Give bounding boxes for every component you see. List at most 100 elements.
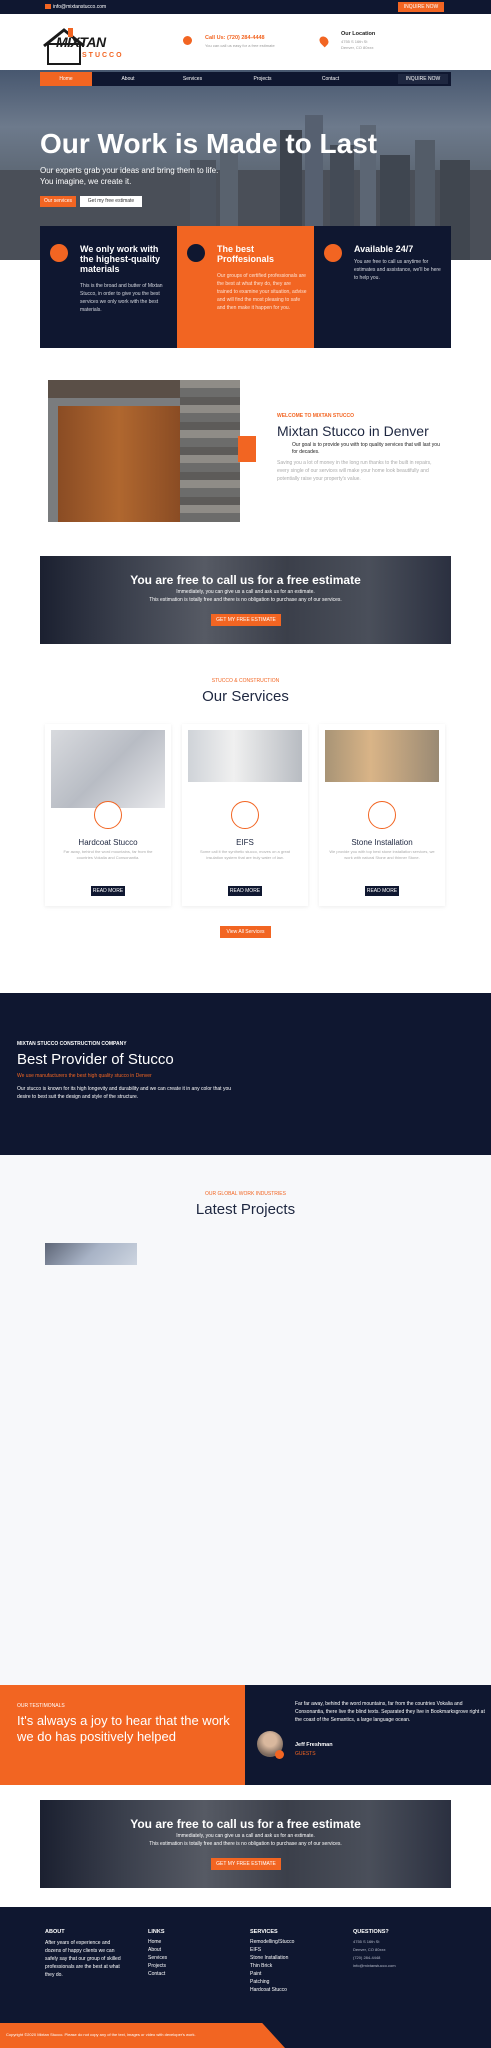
projects-kicker: OUR GLOBAL WORK INDUSTRIES	[205, 1191, 286, 1197]
hero-services-button[interactable]: Our services	[40, 196, 76, 207]
testimonial-right: Far far away, behind the word mountains,…	[245, 1685, 491, 1785]
service-text: We provide you with top best stone insta…	[329, 849, 435, 860]
projects-section: OUR GLOBAL WORK INDUSTRIES Latest Projec…	[0, 1155, 491, 1685]
service-read-more-button[interactable]: READ MORE	[91, 886, 125, 896]
hero-estimate-button[interactable]: Get my free estimate	[80, 196, 142, 207]
location-line2: Denver, CO 80xxx	[341, 45, 374, 50]
service-text: Some call it the synthetic stucco, moves…	[199, 849, 291, 860]
feature-title: Available 24/7	[354, 244, 414, 254]
provider-text: Our stucco is known for its high longevi…	[17, 1086, 232, 1100]
feature-card: The best Proffesionals Our groups of cer…	[177, 226, 314, 348]
cta-line1: Immediately, you can give us a call and …	[176, 1833, 315, 1839]
hero-sub1: Our experts grab your ideas and bring th…	[40, 166, 219, 175]
provider-title: Best Provider of Stucco	[17, 1051, 174, 1068]
professional-icon	[187, 244, 205, 262]
location-label: Our Location	[341, 31, 376, 37]
footer-about-title: ABOUT	[45, 1929, 65, 1935]
footer-service-link[interactable]: Paint	[250, 1971, 261, 1977]
logo[interactable]: MIXTAN STUCCO	[40, 24, 126, 66]
service-card: Stone Installation We provide you with t…	[319, 724, 445, 906]
footer-service-link[interactable]: Hardcoat Stucco	[250, 1987, 287, 1993]
footer-link[interactable]: Projects	[148, 1963, 166, 1969]
cta-banner: You are free to call us for a free estim…	[40, 556, 451, 644]
footer-service-link[interactable]: Remodelling/Stucco	[250, 1939, 294, 1945]
feature-text: Our groups of certified professionals ar…	[217, 273, 307, 311]
service-name: Stone Installation	[351, 838, 413, 847]
provider-sub: We use manufacturers the best high quali…	[17, 1073, 152, 1079]
testimonial-quote: Far far away, behind the word mountains,…	[295, 1701, 485, 1723]
service-read-more-button[interactable]: READ MORE	[365, 886, 399, 896]
testimonial-name: Jeff Freshman	[295, 1742, 333, 1748]
provider-section: MIXTAN STUCCO CONSTRUCTION COMPANY Best …	[0, 993, 491, 1155]
footer-services-title: SERVICES	[250, 1929, 278, 1935]
top-inquire-button[interactable]: INQUIRE NOW	[398, 2, 444, 12]
service-name: EIFS	[236, 838, 254, 847]
feature-card: We only work with the highest-quality ma…	[40, 226, 177, 348]
footer-link[interactable]: Home	[148, 1939, 161, 1945]
footer-phone[interactable]: (720) 284-4448	[353, 1955, 380, 1961]
footer-link[interactable]: Services	[148, 1955, 167, 1961]
provider-kicker: MIXTAN STUCCO CONSTRUCTION COMPANY	[17, 1041, 127, 1047]
cta-line1: Immediately, you can give us a call and …	[176, 589, 315, 595]
nav-item-projects[interactable]: Projects	[240, 72, 285, 86]
footer-email[interactable]: info@mixtanstucco.com	[353, 1963, 396, 1969]
footer-questions-title: QUESTIONS?	[353, 1929, 389, 1935]
nav-item-home[interactable]: Home	[40, 72, 92, 86]
call-sub: You can call us easy for a free estimate	[205, 43, 275, 48]
footer-service-link[interactable]: Thin Brick	[250, 1963, 272, 1969]
location-icon	[317, 34, 331, 48]
nav-inquire-button[interactable]: INQUIRE NOW	[398, 74, 448, 84]
cta-line2: This estimation is totally free and ther…	[149, 597, 342, 603]
feature-text: You are free to call us anytime for esti…	[354, 259, 441, 281]
nav-bar: Home About Services Projects Contact INQ…	[40, 72, 451, 86]
projects-title: Latest Projects	[195, 1201, 296, 1218]
testimonial-left: OUR TESTIMONALS It's always a joy to hea…	[0, 1685, 245, 1785]
copyright-bar: Copyright ©2020 Mixtan Stucco. Please do…	[0, 2023, 285, 2048]
cta-estimate-button[interactable]: GET MY FREE ESTIMATE	[211, 1858, 281, 1870]
service-read-more-button[interactable]: READ MORE	[228, 886, 262, 896]
eifs-icon	[231, 801, 259, 829]
footer-link[interactable]: About	[148, 1947, 161, 1953]
clock-icon	[324, 244, 342, 262]
welcome-text: Saving you a lot of money in the long ru…	[277, 460, 432, 482]
service-card: Hardcoat Stucco Far away, behind the wor…	[45, 724, 171, 906]
footer-links-title: LINKS	[148, 1929, 165, 1935]
project-image[interactable]	[45, 1243, 137, 1265]
footer-service-link[interactable]: Stone Installation	[250, 1955, 288, 1961]
view-all-services-button[interactable]: View All Services	[220, 926, 271, 938]
call-label[interactable]: Call Us: (720) 284-4448	[205, 35, 265, 41]
cta-banner-bottom: You are free to call us for a free estim…	[40, 1800, 451, 1888]
feature-title: The best Proffesionals	[217, 244, 275, 264]
feature-card: Available 24/7 You are free to call us a…	[314, 226, 451, 348]
nav-item-about[interactable]: About	[108, 72, 148, 86]
welcome-badge	[238, 436, 256, 462]
hero-sub2: You imagine, we create it.	[40, 177, 132, 186]
nav-item-contact[interactable]: Contact	[308, 72, 353, 86]
services-kicker: STUCCO & CONSTRUCTION	[211, 678, 280, 684]
copyright-text: Copyright ©2020 Mixtan Stucco. Please do…	[6, 2032, 196, 2037]
footer-service-link[interactable]: EIFS	[250, 1947, 261, 1953]
welcome-image	[48, 380, 240, 522]
service-image	[51, 730, 165, 808]
service-card: EIFS Some call it the synthetic stucco, …	[182, 724, 308, 906]
testimonial-role: GUESTS	[295, 1751, 316, 1757]
services-title: Our Services	[202, 688, 289, 705]
footer-service-link[interactable]: Patching	[250, 1979, 269, 1985]
logo-text-bottom: STUCCO	[82, 52, 124, 59]
nav-item-services[interactable]: Services	[170, 72, 215, 86]
footer-address-line1: 4755 S 16th St	[353, 1939, 380, 1944]
cta-estimate-button[interactable]: GET MY FREE ESTIMATE	[211, 614, 281, 626]
quality-icon	[50, 244, 68, 262]
cta-line2: This estimation is totally free and ther…	[149, 1841, 342, 1847]
feature-title: We only work with the highest-quality ma…	[80, 244, 161, 274]
footer-about-text: After years of experience and dozens of …	[45, 1940, 121, 1978]
stone-icon	[368, 801, 396, 829]
footer-link[interactable]: Contact	[148, 1971, 165, 1977]
testimonial-title: It's always a joy to hear that the work …	[17, 1713, 230, 1744]
logo-text-top: MIXTAN	[56, 34, 106, 50]
service-text: Far away, behind the word mountains, far…	[63, 849, 153, 860]
service-image	[188, 730, 302, 782]
service-image	[325, 730, 439, 782]
features: We only work with the highest-quality ma…	[40, 226, 451, 348]
top-email[interactable]: info@mixtanstucco.com	[53, 3, 106, 11]
